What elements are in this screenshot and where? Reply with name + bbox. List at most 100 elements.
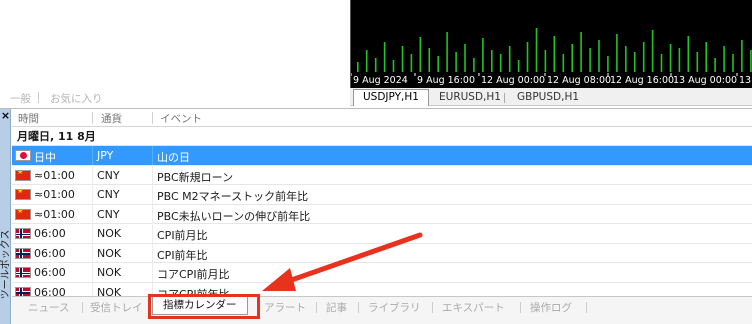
volume-bar xyxy=(401,46,404,72)
volume-bar xyxy=(526,42,529,72)
toolbox-side-strip: × ツールボックス xyxy=(0,109,12,324)
tab-experts[interactable]: エキスパート xyxy=(442,300,505,315)
event-currency: NOK xyxy=(97,227,122,240)
event-currency: NOK xyxy=(97,266,122,279)
volume-bar xyxy=(455,52,457,72)
column-header-event[interactable]: イベント xyxy=(160,111,202,126)
cell-divider xyxy=(152,224,153,243)
cell-divider xyxy=(152,165,153,185)
column-divider[interactable] xyxy=(92,112,93,124)
volume-bar xyxy=(580,32,582,72)
volume-bar xyxy=(374,58,377,72)
navigator-tabs: 一般 お気に入り xyxy=(0,88,350,106)
table-row[interactable]: 日中 JPY 山の日 xyxy=(12,146,752,166)
japan-flag-icon xyxy=(15,150,31,161)
chart-tab-usdjpy[interactable]: USDJPY,H1 xyxy=(353,89,429,106)
volume-bar xyxy=(553,36,556,72)
nav-tab-general[interactable]: 一般 xyxy=(10,91,31,106)
norway-flag-icon xyxy=(15,267,31,278)
event-name: PBC M2マネーストック前年比 xyxy=(157,190,309,203)
volume-bar xyxy=(651,30,654,72)
volume-bar xyxy=(714,58,716,72)
cell-divider xyxy=(152,243,153,263)
time-tick-label: 13 Aug 0 xyxy=(739,75,752,86)
tab-separator xyxy=(358,302,359,313)
volume-bar xyxy=(491,50,493,72)
volume-bar xyxy=(750,50,752,72)
volume-bar xyxy=(392,60,395,72)
cell-divider xyxy=(92,263,93,282)
tab-news[interactable]: ニュース xyxy=(28,300,69,315)
volume-bar xyxy=(544,50,547,72)
nav-tab-separator xyxy=(38,92,39,103)
event-name: PBC未払いローンの伸び前年比 xyxy=(157,209,311,223)
tab-journal[interactable]: 操作ログ xyxy=(530,300,572,315)
china-flag-icon xyxy=(15,208,31,220)
tab-library[interactable]: ライブラリ xyxy=(368,300,421,315)
volume-bar xyxy=(482,38,484,72)
event-currency: CNY xyxy=(97,168,120,182)
column-header-time[interactable]: 時間 xyxy=(18,111,39,126)
event-time: 06:00 xyxy=(34,266,66,279)
tab-separator xyxy=(432,302,433,313)
chart-tab-gbpusd[interactable]: GBPUSD,H1 xyxy=(508,90,588,106)
volume-bar xyxy=(464,44,466,72)
volume-bar xyxy=(562,54,565,72)
volume-bar xyxy=(633,52,636,72)
volume-bar xyxy=(696,52,699,72)
volume-bar xyxy=(723,46,725,72)
tab-articles[interactable]: 記事 xyxy=(326,300,347,315)
annotation-highlight-box xyxy=(148,294,260,319)
time-tick-label: 12 Aug 08:00 xyxy=(547,75,612,86)
tab-alerts[interactable]: アラート xyxy=(264,300,306,315)
volume-bar xyxy=(660,54,663,72)
cell-divider xyxy=(152,263,153,282)
price-chart[interactable]: 9 Aug 2024 9 Aug 16:00 12 Aug 00:00 12 A… xyxy=(350,0,752,88)
tab-separator xyxy=(586,302,587,313)
event-time: 06:00 xyxy=(34,246,66,260)
volume-bar xyxy=(357,62,359,72)
volume-bar xyxy=(383,42,386,72)
nav-tab-favorites[interactable]: お気に入り xyxy=(50,91,103,106)
volume-bar xyxy=(428,48,431,72)
volume-bar xyxy=(741,40,743,72)
chart-tab-eurusd[interactable]: EURUSD,H1 xyxy=(430,90,510,106)
time-tick-label: 12 Aug 00:00 xyxy=(481,75,546,86)
table-row[interactable]: ≈01:00 CNY PBC新規ローン xyxy=(12,165,752,185)
tab-inbox[interactable]: 受信トレイ xyxy=(90,300,143,315)
toolbox-bottom-tabs: ニュース 受信トレイ 指標カレンダー アラート 記事 ライブラリ エキスパート … xyxy=(12,296,752,324)
economic-calendar-table: 時間 通貨 イベント 月曜日, 11 8月 日中 JPY 山の日 ≈01:00 … xyxy=(12,109,752,302)
cell-divider xyxy=(92,243,93,263)
volume-bar xyxy=(473,58,475,72)
close-icon[interactable]: × xyxy=(0,109,11,123)
volume-bar xyxy=(589,48,591,72)
table-row[interactable]: ≈01:00 CNY PBC未払いローンの伸び前年比 xyxy=(12,204,752,224)
volume-bar xyxy=(642,42,645,72)
volume-bar xyxy=(625,46,627,72)
volume-bar xyxy=(732,54,734,72)
time-tick-label: 9 Aug 2024 xyxy=(353,75,408,86)
event-currency: JPY xyxy=(97,149,114,162)
column-header-currency[interactable]: 通貨 xyxy=(101,111,122,126)
volume-bar xyxy=(499,54,502,72)
tab-separator xyxy=(82,302,83,313)
event-currency: NOK xyxy=(97,246,122,260)
event-name: CPI前月比 xyxy=(157,229,208,242)
table-row[interactable]: 06:00 NOK CPI前年比 xyxy=(12,243,752,263)
event-time: ≈01:00 xyxy=(34,168,75,182)
event-time: ≈01:00 xyxy=(34,207,75,221)
volume-bar xyxy=(616,34,618,72)
cell-divider xyxy=(92,146,93,165)
volume-bar xyxy=(437,56,439,72)
table-row[interactable]: 06:00 NOK CPI前月比 xyxy=(12,224,752,244)
volume-bar xyxy=(571,44,573,72)
norway-flag-icon xyxy=(15,228,31,239)
table-row[interactable]: ≈01:00 CNY PBC M2マネーストック前年比 xyxy=(12,185,752,205)
column-divider[interactable] xyxy=(152,112,153,124)
volume-bar xyxy=(517,60,520,72)
time-tick-label: 13 Aug 00:00 xyxy=(673,75,738,86)
volume-bar xyxy=(678,48,681,72)
event-time: 日中 xyxy=(34,151,56,164)
date-group-header: 月曜日, 11 8月 xyxy=(12,127,752,146)
table-row[interactable]: 06:00 NOK コアCPI前月比 xyxy=(12,263,752,283)
